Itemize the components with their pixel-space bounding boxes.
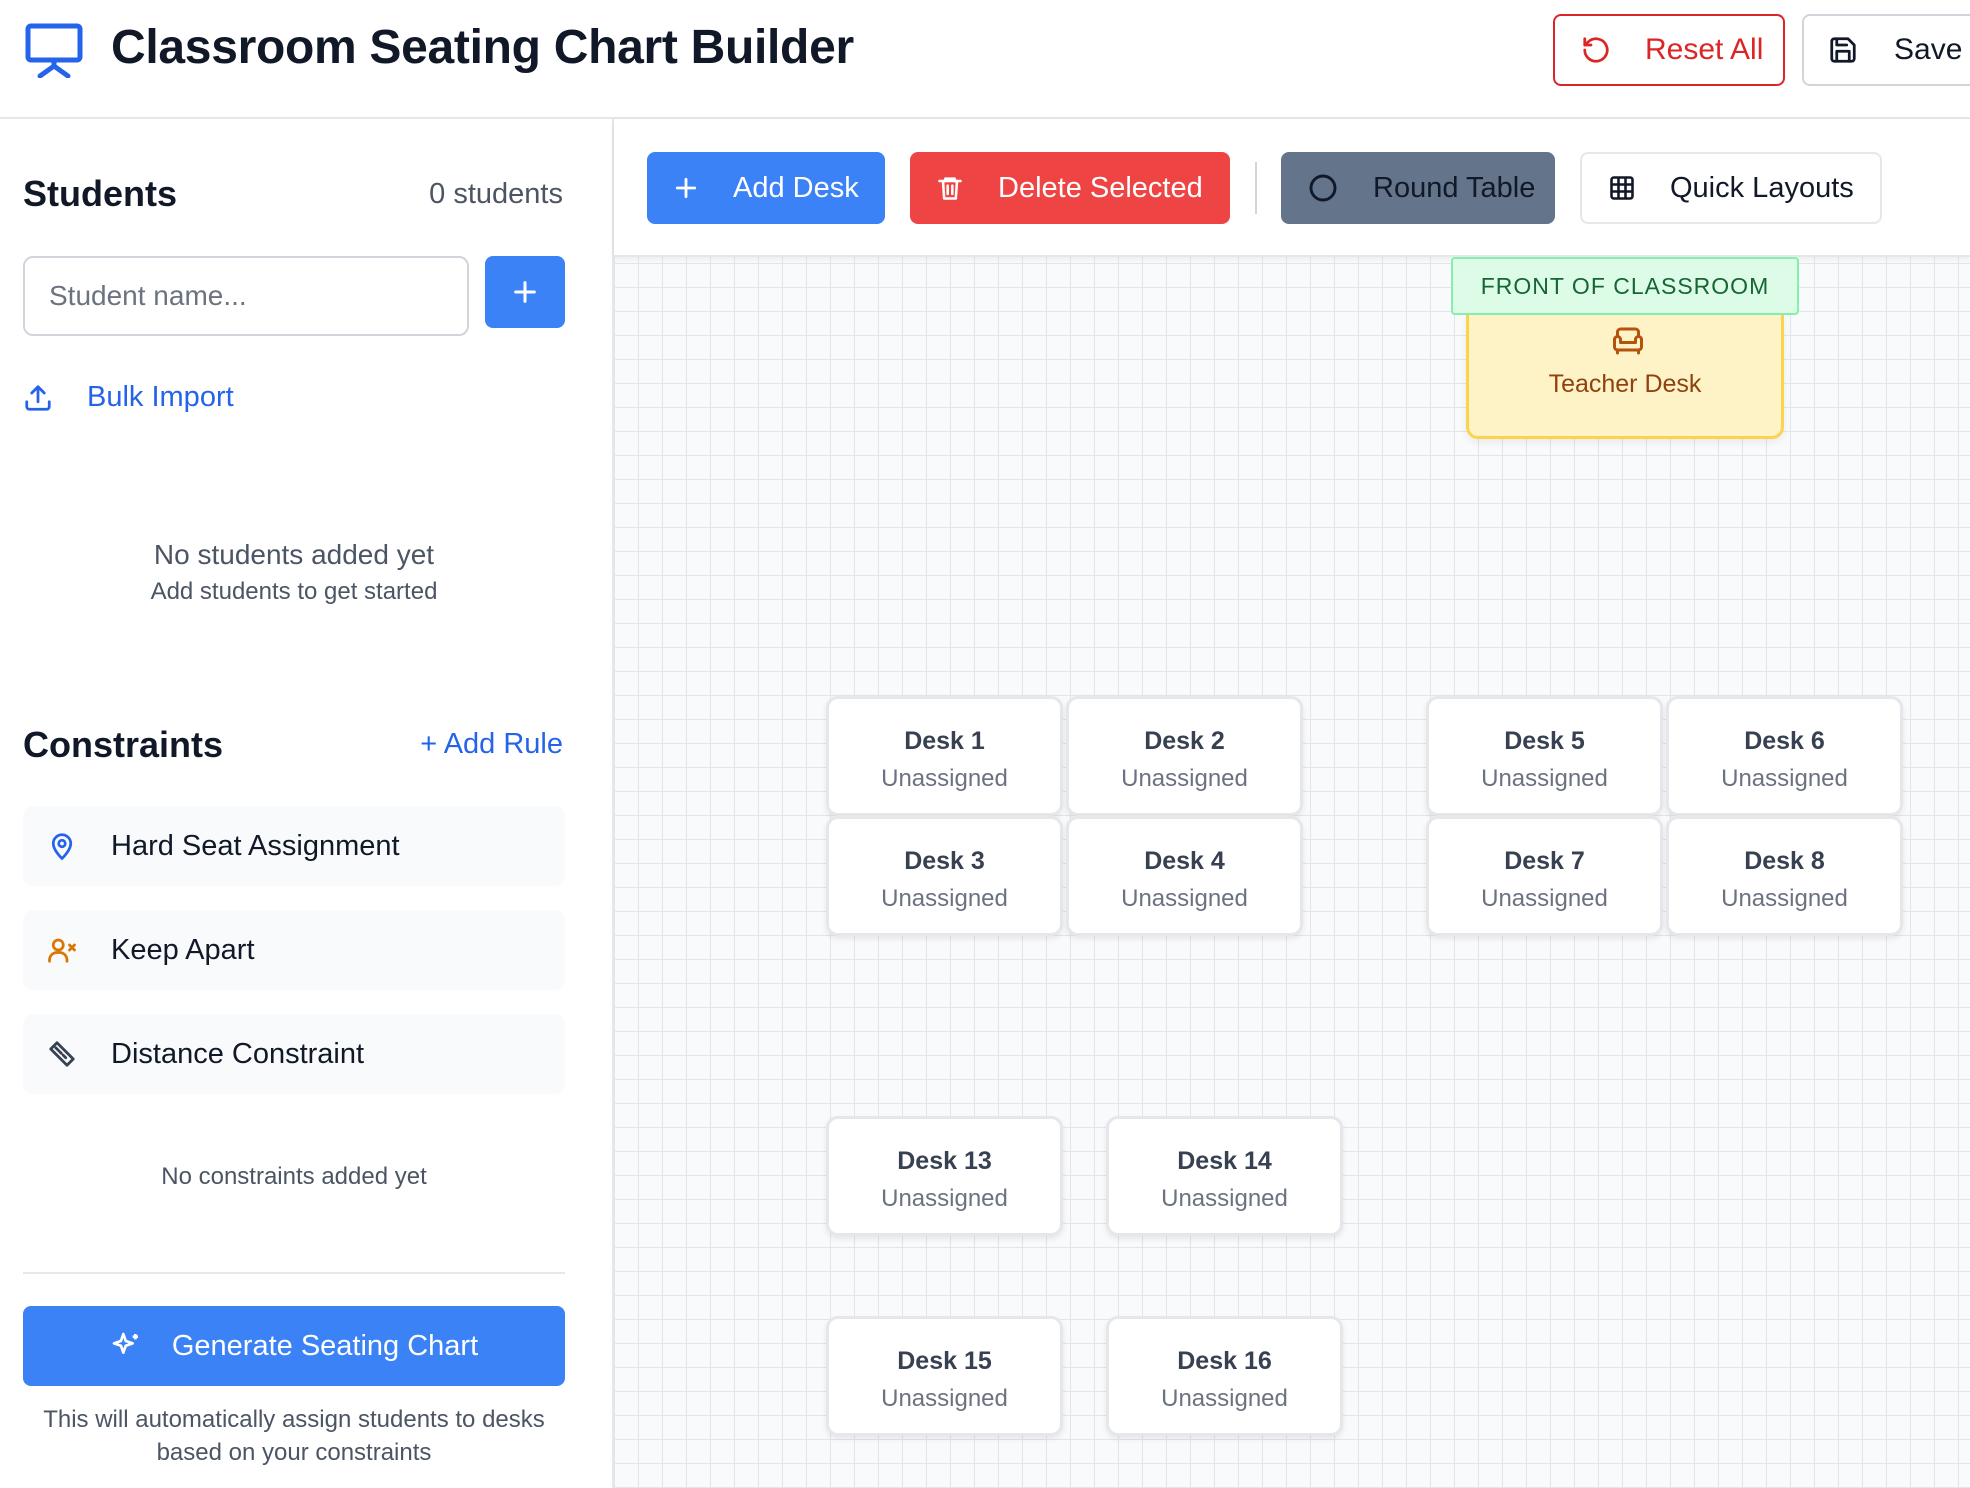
generate-hint-line-2: based on your constraints <box>156 1439 432 1466</box>
bulk-import-label: Bulk Import <box>87 381 234 413</box>
rule-keep-apart[interactable]: Keep Apart <box>23 910 565 990</box>
desk-5[interactable]: Desk 5 Unassigned <box>1426 696 1663 816</box>
round-table-label: Round Table <box>1373 171 1536 204</box>
save-icon <box>1830 37 1856 63</box>
desk-status: Unassigned <box>881 1185 1008 1212</box>
armchair-icon <box>1613 327 1643 355</box>
desk-13[interactable]: Desk 13 Unassigned <box>826 1116 1063 1236</box>
delete-selected-label: Delete Selected <box>998 171 1203 204</box>
add-desk-label: Add Desk <box>733 171 859 204</box>
add-rule-button[interactable]: + Add Rule <box>420 728 563 761</box>
student-name-input[interactable] <box>23 256 469 336</box>
rule-hard-seat-assignment[interactable]: Hard Seat Assignment <box>23 806 565 886</box>
upload-icon <box>25 384 51 411</box>
save-button[interactable]: Save L <box>1802 14 1970 86</box>
map-pin-icon <box>51 833 73 860</box>
desk-name: Desk 1 <box>904 727 985 755</box>
empty-students-subtitle: Add students to get started <box>150 578 438 605</box>
reset-all-button[interactable]: Reset All <box>1553 14 1785 86</box>
desk-name: Desk 15 <box>897 1347 992 1375</box>
desk-7[interactable]: Desk 7 Unassigned <box>1426 816 1663 936</box>
desk-status: Unassigned <box>1481 765 1608 792</box>
grid-icon <box>1610 176 1634 200</box>
ruler-icon <box>49 1041 75 1067</box>
desk-status: Unassigned <box>881 885 1008 912</box>
generate-hint: This will automatically assign students … <box>0 1403 588 1469</box>
round-table-button[interactable]: Round Table <box>1281 152 1555 224</box>
desk-1[interactable]: Desk 1 Unassigned <box>826 696 1063 816</box>
reset-all-label: Reset All <box>1645 33 1764 66</box>
user-x-icon <box>48 938 76 963</box>
trash-icon <box>938 177 962 200</box>
quick-layouts-label: Quick Layouts <box>1670 171 1854 204</box>
desk-name: Desk 2 <box>1144 727 1225 755</box>
plus-icon <box>514 281 536 303</box>
save-label: Save L <box>1894 33 1970 66</box>
rule-distance-constraint[interactable]: Distance Constraint <box>23 1014 565 1094</box>
add-student-button[interactable] <box>485 256 565 328</box>
desk-status: Unassigned <box>1161 1185 1288 1212</box>
desk-6[interactable]: Desk 6 Unassigned <box>1666 696 1903 816</box>
students-title: Students <box>23 173 178 214</box>
desk-15[interactable]: Desk 15 Unassigned <box>826 1316 1063 1436</box>
front-of-classroom-label: FRONT OF CLASSROOM <box>1451 257 1799 315</box>
desk-name: Desk 13 <box>897 1147 992 1175</box>
desk-name: Desk 3 <box>904 847 985 875</box>
desk-status: Unassigned <box>881 1385 1008 1412</box>
desk-status: Unassigned <box>1721 885 1848 912</box>
empty-constraints-text: No constraints added yet <box>161 1163 427 1190</box>
generate-seating-chart-button[interactable]: Generate Seating Chart <box>23 1306 565 1386</box>
bulk-import-link[interactable]: Bulk Import <box>23 381 234 414</box>
desk-name: Desk 4 <box>1144 847 1225 875</box>
rule-label: Distance Constraint <box>111 1037 365 1070</box>
desk-14[interactable]: Desk 14 Unassigned <box>1106 1116 1343 1236</box>
desk-4[interactable]: Desk 4 Unassigned <box>1066 816 1303 936</box>
app-title: Classroom Seating Chart Builder <box>111 21 854 74</box>
desk-status: Unassigned <box>1121 885 1248 912</box>
rule-label: Hard Seat Assignment <box>111 829 400 862</box>
rule-label: Keep Apart <box>111 933 255 966</box>
circle-icon <box>1309 174 1337 202</box>
sidebar-divider <box>23 1272 565 1274</box>
generate-label: Generate Seating Chart <box>171 1329 479 1362</box>
sparkles-icon <box>112 1332 138 1354</box>
desk-status: Unassigned <box>881 765 1008 792</box>
delete-selected-button[interactable]: Delete Selected <box>910 152 1230 224</box>
generate-hint-line-1: This will automatically assign students … <box>43 1406 545 1433</box>
desk-name: Desk 5 <box>1504 727 1585 755</box>
desk-16[interactable]: Desk 16 Unassigned <box>1106 1316 1343 1436</box>
desk-8[interactable]: Desk 8 Unassigned <box>1666 816 1903 936</box>
desk-name: Desk 16 <box>1177 1347 1272 1375</box>
plus-icon <box>675 177 697 199</box>
canvas-toolbar: Add Desk Delete Selected Round Table Qui… <box>614 119 1970 257</box>
desk-name: Desk 6 <box>1744 727 1825 755</box>
empty-students-title: No students added yet <box>153 539 435 570</box>
quick-layouts-button[interactable]: Quick Layouts <box>1580 152 1882 224</box>
rotate-ccw-icon <box>1583 37 1609 63</box>
app-header: Classroom Seating Chart Builder Reset Al… <box>0 0 1970 119</box>
presentation-board-icon <box>25 23 83 78</box>
sidebar: Students 0 students Bulk Import No stude… <box>0 119 614 1488</box>
constraints-title: Constraints <box>23 724 224 765</box>
teacher-desk[interactable]: Teacher Desk <box>1466 315 1784 439</box>
desk-name: Desk 7 <box>1504 847 1585 875</box>
desk-status: Unassigned <box>1161 1385 1288 1412</box>
add-desk-button[interactable]: Add Desk <box>647 152 885 224</box>
desk-name: Desk 14 <box>1177 1147 1272 1175</box>
desk-name: Desk 8 <box>1744 847 1825 875</box>
students-count: 0 students <box>429 178 563 210</box>
teacher-desk-label: Teacher Desk <box>1548 370 1702 398</box>
desk-status: Unassigned <box>1121 765 1248 792</box>
toolbar-separator <box>1255 162 1257 214</box>
desk-status: Unassigned <box>1481 885 1608 912</box>
desk-3[interactable]: Desk 3 Unassigned <box>826 816 1063 936</box>
desk-status: Unassigned <box>1721 765 1848 792</box>
desk-2[interactable]: Desk 2 Unassigned <box>1066 696 1303 816</box>
